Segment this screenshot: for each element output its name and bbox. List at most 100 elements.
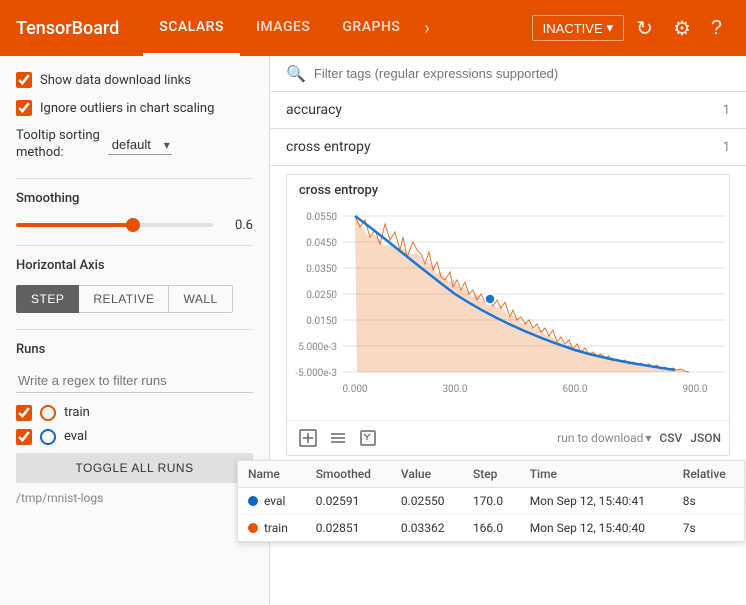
chart-title: cross entropy — [287, 175, 729, 198]
col-value: Value — [391, 461, 463, 488]
app-logo: TensorBoard — [16, 18, 119, 39]
svg-text:0.0150: 0.0150 — [306, 316, 337, 327]
sidebar: Show data download links Ignore outliers… — [0, 56, 270, 605]
svg-text:5.000e-3: 5.000e-3 — [298, 342, 337, 353]
svg-text:0.0450: 0.0450 — [306, 238, 337, 249]
runs-filter-input[interactable] — [16, 369, 253, 393]
run-train-color-dot — [40, 405, 56, 421]
tag-row-cross-entropy[interactable]: cross entropy 1 — [270, 129, 746, 166]
col-time: Time — [520, 461, 673, 488]
horizontal-axis-label: Horizontal Axis — [16, 258, 253, 273]
table-row-train: train 0.02851 0.03362 166.0 Mon Sep 12, … — [270, 515, 744, 542]
svg-text:300.0: 300.0 — [442, 384, 467, 395]
show-download-checkbox[interactable] — [16, 72, 32, 88]
smoothing-slider-row: 0.6 — [16, 218, 253, 233]
svg-text:0.0350: 0.0350 — [306, 264, 337, 275]
nav-more-icon[interactable]: › — [416, 0, 437, 56]
nav-images[interactable]: IMAGES — [240, 0, 326, 56]
tooltip-sort-select-wrapper: default ▾ — [108, 135, 172, 155]
chart-tooltip-table: Name Smoothed Value Step Time Relative — [270, 460, 745, 542]
tooltip-sort-row: Tooltip sortingmethod: default ▾ — [16, 128, 253, 162]
chart-toolbar: run to download ▾ CSV JSON — [287, 420, 729, 455]
help-button[interactable]: ? — [703, 9, 730, 48]
smoothing-slider[interactable] — [16, 223, 213, 227]
main-content: 🔍 accuracy 1 cross entropy 1 cross entro… — [270, 56, 746, 605]
fit-icon — [359, 429, 377, 447]
axis-relative-button[interactable]: RELATIVE — [79, 285, 169, 313]
runs-path-label: /tmp/mnist-logs — [16, 491, 103, 505]
nav-scalars[interactable]: SCALARS — [143, 0, 240, 56]
row-train-step: 166.0 — [463, 515, 520, 542]
svg-text:-5.000e-3: -5.000e-3 — [295, 368, 337, 379]
run-eval-color-dot — [40, 429, 56, 445]
chart-area: 0.0550 0.0450 0.0350 0.0250 0.0150 5.000… — [287, 198, 729, 420]
col-name: Name — [270, 461, 306, 488]
smoothing-label: Smoothing — [16, 191, 253, 206]
nav-graphs[interactable]: GRAPHS — [326, 0, 416, 56]
row-train-relative: 7s — [673, 515, 744, 542]
refresh-button[interactable]: ↻ — [628, 8, 661, 49]
row-train-smoothed: 0.02851 — [306, 515, 391, 542]
divider-2 — [16, 245, 253, 246]
col-step: Step — [463, 461, 520, 488]
expand-icon — [299, 429, 317, 447]
run-to-download-label: run to download ▾ — [557, 431, 651, 445]
download-area: run to download ▾ CSV JSON — [557, 431, 721, 445]
list-icon — [329, 429, 347, 447]
search-icon: 🔍 — [286, 64, 306, 83]
run-row-train: train — [16, 405, 253, 421]
list-view-button[interactable] — [325, 425, 351, 451]
axis-wall-button[interactable]: WALL — [169, 285, 232, 313]
tag-cross-entropy-label: cross entropy — [286, 139, 371, 155]
header-right: INACTIVE ▾ ↻ ⚙ ? — [532, 8, 730, 49]
expand-chart-button[interactable] — [295, 425, 321, 451]
tag-cross-entropy-count: 1 — [723, 140, 730, 155]
tag-accuracy-label: accuracy — [286, 102, 342, 118]
chart-card: cross entropy 0.0550 0.0450 0.0350 0.025… — [286, 174, 730, 456]
ignore-outliers-row: Ignore outliers in chart scaling — [16, 100, 253, 116]
run-download-arrow-icon: ▾ — [645, 431, 651, 445]
svg-text:0.0550: 0.0550 — [306, 212, 337, 223]
ignore-outliers-checkbox[interactable] — [16, 100, 32, 116]
chart-svg: 0.0550 0.0450 0.0350 0.0250 0.0150 5.000… — [295, 202, 735, 412]
tag-accuracy-count: 1 — [723, 103, 730, 118]
tag-filter-input[interactable] — [314, 66, 730, 81]
run-eval-label: eval — [64, 429, 87, 444]
inactive-button[interactable]: INACTIVE ▾ — [532, 15, 625, 41]
axis-button-group: STEP RELATIVE WALL — [16, 285, 253, 313]
tooltip-sort-select[interactable]: default — [108, 135, 172, 155]
filter-bar: 🔍 — [270, 56, 746, 92]
run-train-checkbox[interactable] — [16, 405, 32, 421]
json-link[interactable]: JSON — [690, 431, 721, 445]
svg-text:0.0250: 0.0250 — [306, 290, 337, 301]
row-train-name: train — [270, 515, 306, 542]
show-download-row: Show data download links — [16, 72, 253, 88]
divider-1 — [16, 178, 253, 179]
table-row-eval: eval 0.02591 0.02550 170.0 Mon Sep 12, 1… — [270, 488, 744, 515]
settings-button[interactable]: ⚙ — [665, 8, 699, 49]
row-eval-step: 170.0 — [463, 488, 520, 515]
svg-text:600.0: 600.0 — [562, 384, 587, 395]
tooltip-sort-label: Tooltip sortingmethod: — [16, 128, 100, 162]
toggle-all-runs-button[interactable]: TOGGLE ALL RUNS — [16, 453, 253, 483]
main-nav: SCALARS IMAGES GRAPHS › — [143, 0, 531, 56]
data-table: Name Smoothed Value Step Time Relative — [270, 461, 744, 541]
chart-eval-dot — [485, 294, 495, 304]
dropdown-arrow-icon: ▾ — [607, 20, 614, 36]
csv-link[interactable]: CSV — [659, 431, 682, 445]
fit-chart-button[interactable] — [355, 425, 381, 451]
axis-step-button[interactable]: STEP — [16, 285, 79, 313]
ignore-outliers-label: Ignore outliers in chart scaling — [40, 101, 214, 116]
inactive-label: INACTIVE — [543, 21, 603, 36]
row-eval-time: Mon Sep 12, 15:40:41 — [520, 488, 673, 515]
row-train-time: Mon Sep 12, 15:40:40 — [520, 515, 673, 542]
row-train-value: 0.03362 — [391, 515, 463, 542]
run-eval-checkbox[interactable] — [16, 429, 32, 445]
main-layout: Show data download links Ignore outliers… — [0, 56, 746, 605]
col-relative: Relative — [673, 461, 744, 488]
tag-row-accuracy[interactable]: accuracy 1 — [270, 92, 746, 129]
run-train-label: train — [64, 405, 90, 420]
svg-text:0.000: 0.000 — [342, 384, 367, 395]
row-eval-relative: 8s — [673, 488, 744, 515]
svg-text:900.0: 900.0 — [682, 384, 707, 395]
